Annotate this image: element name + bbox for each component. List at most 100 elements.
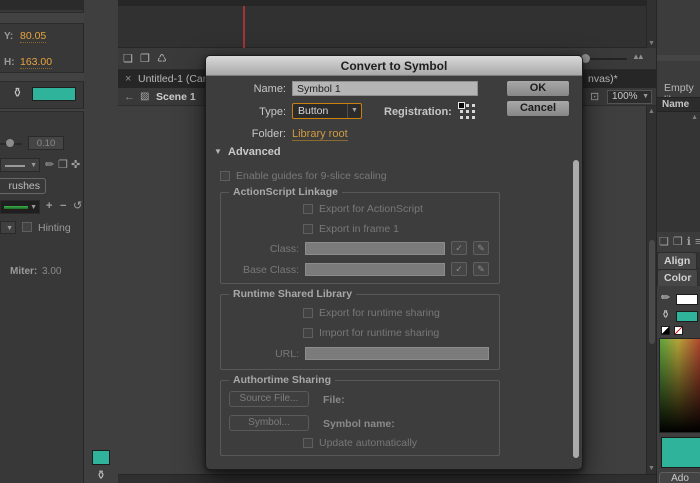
y-position-label: Y: (4, 30, 13, 42)
stroke-color-pencil-icon[interactable]: ✏ (661, 292, 670, 304)
width-profile-icon[interactable]: ✜ (71, 159, 80, 171)
url-input[interactable] (305, 347, 489, 360)
color-swatches-tab-row: ColorSw (657, 269, 700, 286)
info-icon[interactable]: ℹ (687, 236, 691, 248)
advanced-disclosure-triangle[interactable]: ▼ (214, 147, 222, 156)
add-brush-icon[interactable]: + (46, 200, 52, 212)
color-spectrum-picker[interactable] (659, 338, 700, 433)
brushes-button[interactable]: rushes (0, 178, 46, 194)
stage-zoom-dropdown[interactable]: 100% ▼ (607, 90, 652, 104)
stroke-color-swatch[interactable] (676, 294, 698, 305)
fill-color-swatch[interactable] (32, 87, 76, 101)
y-position-value[interactable]: 80.05 (20, 30, 46, 43)
center-frame-icon[interactable]: ⊡ (590, 88, 599, 106)
edit-class-button[interactable]: ✎ (473, 241, 489, 255)
import-runtime-sharing-checkbox[interactable] (303, 328, 313, 338)
back-arrow-icon[interactable]: ← (124, 88, 135, 106)
advanced-label[interactable]: Advanced (228, 146, 281, 158)
stroke-style-preview (5, 165, 25, 167)
fill-bucket-icon[interactable]: ⚱ (12, 87, 23, 99)
chevron-down-icon: ▼ (347, 104, 361, 118)
scene-name[interactable]: Scene 1 (156, 88, 196, 106)
remove-brush-icon[interactable]: − (60, 200, 66, 212)
class-label: Class: (221, 243, 299, 255)
scroll-up-arrow-icon[interactable]: ▲ (691, 114, 698, 121)
class-input[interactable] (305, 242, 445, 255)
edit-base-class-button[interactable]: ✎ (473, 262, 489, 276)
height-value[interactable]: 163.00 (20, 56, 52, 69)
name-label: Name: (206, 83, 286, 95)
delete-layer-icon[interactable]: ♺ (157, 52, 167, 65)
timeline-frames-area[interactable]: ▼ (118, 0, 656, 48)
library-panel-top-strip (657, 55, 700, 61)
library-list[interactable]: ▲ (657, 112, 700, 232)
validate-class-button[interactable]: ✓ (451, 241, 467, 255)
folder-link[interactable]: Library root (292, 128, 348, 141)
object-drawing-icon[interactable]: ❐ (58, 159, 68, 171)
miter-value[interactable]: 3.00 (42, 266, 61, 277)
toolbar-fill-bucket-icon[interactable]: ⚱ (86, 467, 116, 483)
base-class-input[interactable] (305, 263, 445, 276)
source-file-button[interactable]: Source File... (229, 391, 309, 407)
scrollbar-thumb[interactable] (649, 240, 655, 344)
new-layer-icon[interactable]: ❏ (123, 52, 133, 65)
brush-preview-dropdown[interactable]: ▼ (0, 200, 40, 214)
nine-slice-label: Enable guides for 9-slice scaling (236, 170, 387, 182)
validate-base-class-button[interactable]: ✓ (451, 262, 467, 276)
fill-color-swatch[interactable] (676, 311, 698, 322)
tab-align[interactable]: Align (657, 252, 697, 269)
cap-style-dropdown[interactable]: ▼ (0, 221, 16, 234)
registration-grid[interactable] (458, 102, 476, 120)
update-automatically-checkbox[interactable] (303, 438, 313, 448)
frame-size-icon[interactable]: ▲▲ (632, 52, 642, 61)
scene-clapboard-icon: ▨ (140, 88, 149, 106)
update-automatically-row: Update automatically (303, 437, 417, 449)
new-folder-icon[interactable]: ❐ (673, 236, 683, 248)
timeline-playhead[interactable] (243, 6, 245, 48)
chevron-down-icon: ▼ (30, 162, 37, 169)
export-for-actionscript-checkbox[interactable] (303, 204, 313, 214)
no-color-icon[interactable] (674, 326, 683, 335)
new-symbol-icon[interactable]: ❏ (659, 236, 669, 248)
nine-slice-checkbox[interactable] (220, 171, 230, 181)
export-in-frame-1-checkbox[interactable] (303, 224, 313, 234)
panel-header-strip (0, 0, 84, 10)
reset-brush-icon[interactable]: ↺ (73, 200, 82, 212)
toolbar-stroke-color-swatch[interactable] (92, 450, 110, 465)
registration-point-selected[interactable] (459, 103, 464, 108)
add-button-fragment[interactable]: Ado (659, 472, 700, 483)
stage-horizontal-scrollbar[interactable] (118, 474, 656, 483)
panel-menu-icon[interactable]: ≡ (695, 236, 700, 248)
fill-bucket-icon[interactable]: ⚱ (661, 309, 670, 321)
dialog-title-bar[interactable]: Convert to Symbol (206, 56, 582, 76)
timeline-vertical-scrollbar[interactable]: ▼ (646, 0, 656, 48)
stroke-width-slider-knob[interactable] (6, 139, 14, 147)
symbol-button[interactable]: Symbol... (229, 415, 309, 431)
scroll-down-arrow-icon[interactable]: ▼ (647, 465, 656, 472)
edit-stroke-style-icon[interactable]: ✏ (45, 159, 54, 171)
library-name-column-header[interactable]: Name (657, 97, 700, 112)
new-folder-icon[interactable]: ❐ (140, 52, 150, 65)
dialog-scrollbar-thumb[interactable] (573, 160, 579, 458)
registration-label: Registration: (384, 106, 452, 118)
ok-button[interactable]: OK (506, 80, 570, 97)
cancel-button[interactable]: Cancel (506, 100, 570, 117)
section-divider-bar[interactable] (0, 72, 84, 82)
scroll-down-arrow-icon[interactable]: ▼ (647, 40, 656, 47)
export-frame1-row: Export in frame 1 (303, 223, 399, 235)
scroll-up-arrow-icon[interactable]: ▲ (647, 108, 656, 115)
stage-vertical-scrollbar[interactable]: ▲ ▼ (646, 106, 656, 474)
stroke-width-value[interactable]: 0.10 (28, 136, 64, 150)
stroke-style-dropdown[interactable]: ▼ (0, 158, 40, 172)
tab-close-icon[interactable]: × (125, 70, 131, 88)
symbol-name-input[interactable] (292, 81, 478, 96)
hinting-checkbox[interactable] (22, 222, 32, 232)
section-divider-bar[interactable] (0, 12, 84, 24)
document-tab-fragment[interactable]: nvas)* (588, 70, 618, 88)
black-white-colors-icon[interactable] (661, 326, 670, 335)
export-runtime-sharing-checkbox[interactable] (303, 308, 313, 318)
properties-panel-fragment: Y: 80.05 H: 163.00 ⚱ 0.10 ▼ ✏ ❐ ✜ rushes… (0, 0, 84, 483)
tab-color[interactable]: Color (657, 269, 698, 286)
symbol-type-dropdown[interactable]: Button ▼ (292, 103, 362, 119)
right-panel-dock: Empty libra Name ▲ ❏❐ℹ≡ AlignIn ColorSw … (656, 0, 700, 483)
